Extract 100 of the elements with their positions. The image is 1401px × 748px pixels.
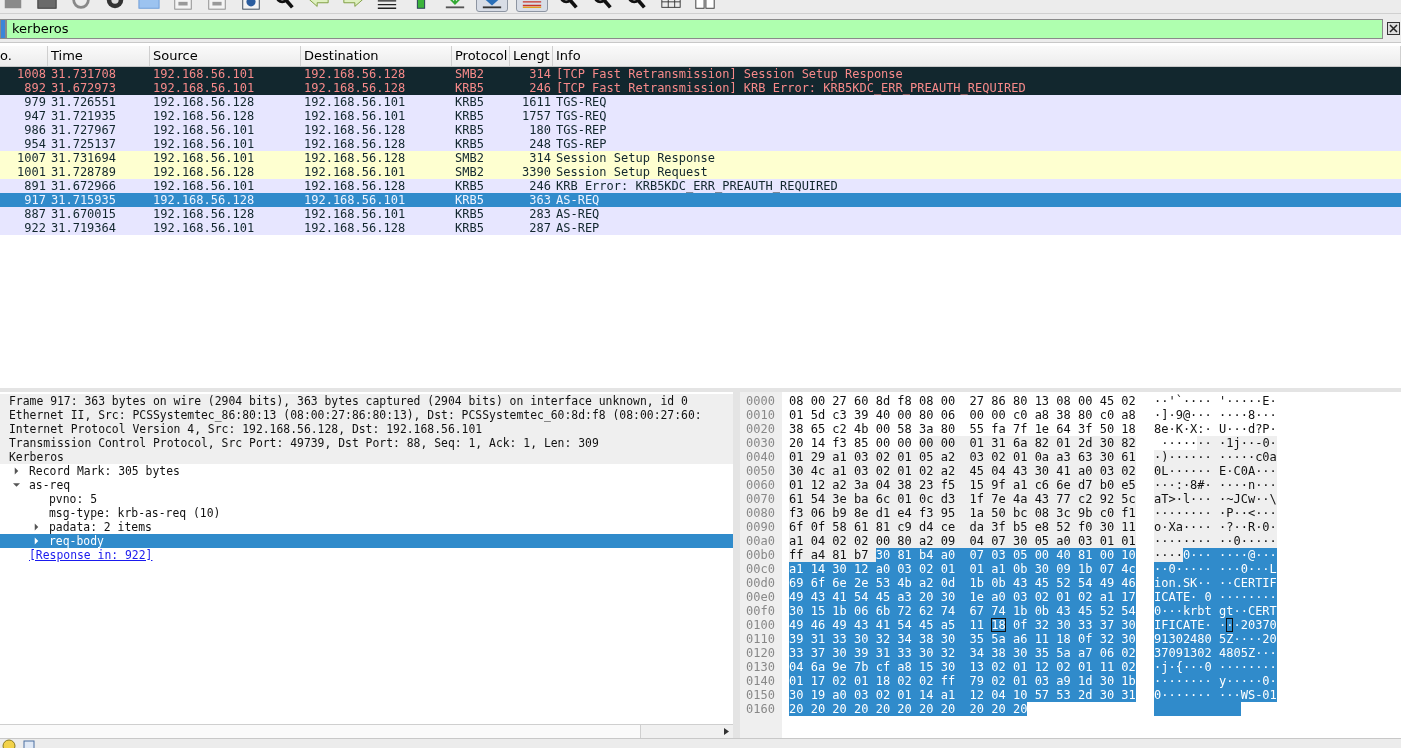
- table-cell-text: 979: [23, 94, 47, 109]
- table-cell-text: 31.726551: [50, 94, 118, 109]
- expand-arrow-icon[interactable]: [13, 466, 20, 475]
- table-cell-text: 31.731708: [50, 66, 118, 81]
- table-cell-text: 31.721935: [50, 108, 118, 123]
- column-header[interactable]: Info: [553, 45, 1401, 66]
- table-cell-text: 3390: [521, 164, 552, 179]
- table-cell-text: 31.731694: [50, 150, 118, 165]
- table-cell-text: KRB5: [454, 122, 485, 137]
- table-cell-text: 363: [528, 192, 552, 207]
- byte-offset: 0150: [745, 687, 776, 702]
- byte-offset: 0050: [745, 463, 776, 478]
- ascii-text[interactable]: ··'`···· '·····E·: [1154, 393, 1277, 408]
- table-cell-text: SMB2: [454, 66, 485, 81]
- bookmark-icon[interactable]: [0, 18, 6, 39]
- ascii-text[interactable]: ·]·9@··· ····8···: [1154, 407, 1277, 422]
- byte-offset: 0060: [745, 477, 776, 492]
- response-link[interactable]: [Response in: 922]: [29, 547, 153, 562]
- filter-field[interactable]: kerberos: [6, 18, 1383, 39]
- column-header[interactable]: o.: [0, 45, 48, 66]
- table-cell-text: 917: [23, 192, 47, 207]
- expand-arrow-icon[interactable]: [33, 522, 40, 531]
- table-cell-text: 192.168.56.101: [152, 122, 256, 137]
- byte-offset: 0020: [745, 421, 776, 436]
- table-cell-text: TGS-REP: [555, 136, 608, 151]
- tree-item[interactable]: msg-type: krb-as-req (10): [49, 505, 221, 520]
- byte-offset: 0140: [745, 673, 776, 688]
- column-header[interactable]: Lengt: [510, 45, 553, 66]
- table-cell-text: 192.168.56.101: [303, 108, 407, 123]
- table-cell-text: 192.168.56.101: [303, 164, 407, 179]
- byte-offset: 00d0: [745, 575, 776, 590]
- byte-offset: 00e0: [745, 589, 776, 604]
- byte-offset: 0100: [745, 617, 776, 632]
- table-cell-text: 246: [528, 80, 552, 95]
- tree-item[interactable]: req-body: [49, 533, 104, 548]
- table-cell-text: AS-REQ: [555, 192, 601, 207]
- table-cell-text: AS-REP: [555, 220, 601, 235]
- table-cell-text: 192.168.56.128: [303, 136, 407, 151]
- table-cell-text: 31.719364: [50, 220, 118, 235]
- table-cell-text: 891: [23, 178, 47, 193]
- table-cell-text: 287: [528, 220, 552, 235]
- table-cell-text: KRB5: [454, 220, 485, 235]
- table-cell-text: KRB5: [454, 178, 485, 193]
- table-cell-text: 1007: [16, 150, 47, 165]
- table-cell-text: 192.168.56.101: [152, 136, 256, 151]
- hex-bytes[interactable]: 20 14 f3 85 00 00: [789, 435, 920, 450]
- table-cell-text: 192.168.56.128: [152, 164, 256, 179]
- table-cell-text: 1001: [16, 164, 47, 179]
- tree-item[interactable]: pvno: 5: [49, 491, 97, 506]
- byte-offset: 0130: [745, 659, 776, 674]
- ascii-text[interactable]: ·· ·1j··-0·: [1197, 435, 1277, 450]
- table-cell-text: KRB5: [454, 206, 485, 221]
- tree-item[interactable]: padata: 2 items: [49, 519, 152, 534]
- tree-item[interactable]: as-req: [29, 477, 71, 492]
- table-cell-text: 192.168.56.101: [303, 94, 407, 109]
- table-cell-text: 31.672973: [50, 80, 118, 95]
- hex-bytes[interactable]: 01 5d c3 39 40 00 80 06 00 00 c0 a8 38 80 c0 a8: [789, 407, 1136, 422]
- ascii-text[interactable]: ·····: [1154, 435, 1198, 450]
- table-cell-text: 192.168.56.128: [303, 80, 407, 95]
- table-cell-text: 180: [528, 122, 552, 137]
- column-header[interactable]: Time: [48, 45, 150, 66]
- table-cell-text: 192.168.56.101: [152, 220, 256, 235]
- tree-item[interactable]: Record Mark: 305 bytes: [29, 463, 180, 478]
- table-cell-text: KRB5: [454, 94, 485, 109]
- table-cell-text: 1008: [16, 66, 47, 81]
- table-cell-text: 192.168.56.128: [152, 206, 256, 221]
- byte-offset: 00c0: [745, 561, 776, 576]
- byte-offset: 0160: [745, 701, 776, 716]
- table-cell-text: 192.168.56.128: [152, 94, 256, 109]
- tree-item[interactable]: Kerberos: [9, 449, 64, 464]
- byte-offset: 0030: [745, 435, 776, 450]
- ascii-text[interactable]: ·)······ ·····c0a: [1154, 449, 1277, 464]
- hex-bytes[interactable]: 38 65 c2 4b 00 58 3a 80 55 fa 7f 1e 64 3f 50 18: [789, 421, 1136, 436]
- hex-bytes[interactable]: 00 00 01 31 6a 82 01 2d 30 82: [919, 435, 1136, 450]
- byte-offset: 0110: [745, 631, 776, 646]
- table-cell-text: AS-REQ: [555, 206, 601, 221]
- hex-bytes[interactable]: 08 00 27 60 8d f8 08 00 27 86 80 13 08 00 45 02: [789, 393, 1136, 408]
- table-cell-text: 248: [528, 136, 552, 151]
- ascii-text[interactable]: 8e·K·X:· U···d?P·: [1154, 421, 1277, 436]
- horizontal-scrollbar[interactable]: [0, 724, 733, 739]
- column-header[interactable]: Destination: [301, 45, 452, 66]
- table-cell-text: SMB2: [454, 150, 485, 165]
- table-cell-text: 192.168.56.128: [152, 192, 256, 207]
- table-cell-text: 314: [528, 150, 552, 165]
- table-cell-text: SMB2: [454, 164, 485, 179]
- table-cell-text: 887: [23, 206, 47, 221]
- table-cell-text: 192.168.56.101: [303, 206, 407, 221]
- expand-arrow-icon[interactable]: [33, 536, 40, 545]
- table-cell-text: Session Setup Response: [555, 150, 716, 165]
- table-cell-text: 31.725137: [50, 136, 118, 151]
- table-cell-text: 192.168.56.128: [152, 108, 256, 123]
- table-cell-text: KRB5: [454, 136, 485, 151]
- column-header[interactable]: Protocol: [452, 45, 510, 66]
- table-cell-text: 192.168.56.128: [303, 178, 407, 193]
- ascii-text[interactable]: ·: [1226, 617, 1234, 632]
- clear-icon[interactable]: [1387, 22, 1400, 36]
- column-header[interactable]: Source: [150, 45, 301, 66]
- table-cell-text: 283: [528, 206, 552, 221]
- hex-bytes[interactable]: 01 29 a1 03 02 01 05 a2 03 02 01 0a a3 63 30 61: [789, 449, 1136, 464]
- collapse-arrow-icon[interactable]: [13, 480, 20, 489]
